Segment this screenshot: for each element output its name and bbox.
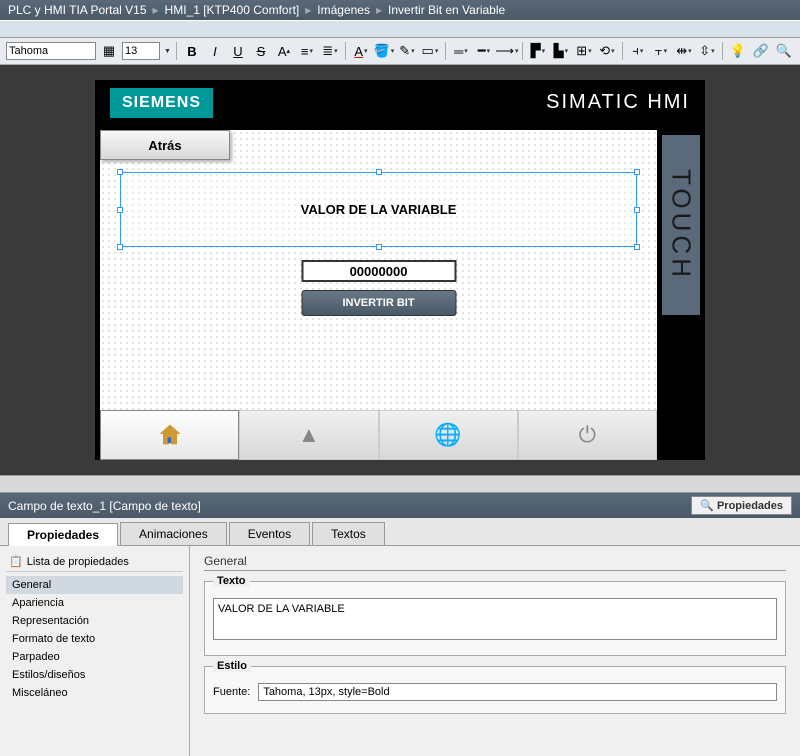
list-icon: 📋 bbox=[9, 555, 23, 568]
prop-item-formato[interactable]: Formato de texto bbox=[6, 630, 183, 648]
property-detail-panel: General Texto Estilo Fuente: bbox=[190, 546, 800, 756]
prop-item-estilos[interactable]: Estilos/diseños bbox=[6, 666, 183, 684]
nav-up-button[interactable]: ▲ bbox=[239, 410, 378, 460]
spacer-bar bbox=[0, 20, 800, 38]
prop-item-misc[interactable]: Misceláneo bbox=[6, 684, 183, 702]
font-label: Fuente: bbox=[213, 686, 250, 698]
line-color-button[interactable]: ✎▾ bbox=[397, 41, 417, 61]
prop-item-parpadeo[interactable]: Parpadeo bbox=[6, 648, 183, 666]
breadcrumb-bar: PLC y HMI TIA Portal V15 ▸ HMI_1 [KTP400… bbox=[0, 0, 800, 20]
font-dialog-button[interactable]: ▦ bbox=[99, 41, 119, 61]
group-title-style: Estilo bbox=[213, 660, 251, 672]
text-value-input[interactable] bbox=[213, 598, 777, 640]
hmi-nav-bar: ▲ 🌐 ⏻ bbox=[100, 410, 657, 460]
chevron-right-icon: ▸ bbox=[376, 3, 382, 17]
tab-propiedades[interactable]: Propiedades bbox=[8, 523, 118, 546]
hmi-screen: SIEMENS SIMATIC HMI TOUCH Atrás VALOR DE… bbox=[95, 80, 705, 460]
font-family-select[interactable] bbox=[6, 42, 96, 60]
crumb-3[interactable]: Invertir Bit en Variable bbox=[388, 3, 505, 17]
font-color-button[interactable]: A▾ bbox=[351, 41, 371, 61]
section-header: General bbox=[204, 554, 786, 571]
line-ends-button[interactable]: ⟶▾ bbox=[497, 41, 517, 61]
simatic-label: SIMATIC HMI bbox=[546, 91, 690, 114]
bold-button[interactable]: B bbox=[182, 41, 202, 61]
align-v-button[interactable]: ⫟▾ bbox=[651, 41, 671, 61]
prop-item-representacion[interactable]: Representación bbox=[6, 612, 183, 630]
prop-item-general[interactable]: General bbox=[6, 576, 183, 594]
power-icon: ⏻ bbox=[579, 422, 596, 448]
siemens-logo: SIEMENS bbox=[110, 88, 213, 118]
highlight-button[interactable]: 💡 bbox=[728, 41, 748, 61]
bring-front-button[interactable]: ▛▾ bbox=[528, 41, 548, 61]
nav-power-button[interactable]: ⏻ bbox=[518, 410, 657, 460]
inspector-body: 📋 Lista de propiedades General Aparienci… bbox=[0, 546, 800, 756]
crumb-1[interactable]: HMI_1 [KTP400 Comfort] bbox=[165, 3, 300, 17]
dist-v-button[interactable]: ⇳▾ bbox=[697, 41, 717, 61]
hmi-body[interactable]: Atrás VALOR DE LA VARIABLE 00000000 INVE… bbox=[100, 130, 657, 415]
dist-h-button[interactable]: ⇹▾ bbox=[674, 41, 694, 61]
rotate-button[interactable]: ⟲▾ bbox=[597, 41, 617, 61]
crumb-0[interactable]: PLC y HMI TIA Portal V15 bbox=[8, 3, 147, 17]
line-width-button[interactable]: ━▾ bbox=[474, 41, 494, 61]
ref-button[interactable]: 🔗 bbox=[751, 41, 771, 61]
format-toolbar: ▦ ▼ B I U S A▴ ≡▾ ≣▾ A▾ 🪣▾ ✎▾ ▭▾ ═▾ ━▾ ⟶… bbox=[0, 38, 800, 65]
splitter[interactable] bbox=[0, 475, 800, 493]
touch-label: TOUCH bbox=[662, 135, 700, 315]
properties-icon: 🔍 bbox=[700, 499, 714, 512]
prop-item-apariencia[interactable]: Apariencia bbox=[6, 594, 183, 612]
strikethrough-button[interactable]: S bbox=[251, 41, 271, 61]
text-field-label: VALOR DE LA VARIABLE bbox=[301, 202, 457, 217]
hmi-header: SIEMENS SIMATIC HMI bbox=[95, 80, 705, 125]
globe-icon: 🌐 bbox=[434, 422, 461, 448]
inspector-title: Campo de texto_1 [Campo de texto] bbox=[8, 499, 201, 513]
chevron-right-icon: ▸ bbox=[153, 3, 159, 17]
editor-canvas[interactable]: SIEMENS SIMATIC HMI TOUCH Atrás VALOR DE… bbox=[0, 65, 800, 475]
inspector-titlebar: Campo de texto_1 [Campo de texto] 🔍 Prop… bbox=[0, 493, 800, 518]
group-estilo: Estilo Fuente: bbox=[204, 666, 786, 714]
property-list-header: 📋 Lista de propiedades bbox=[6, 552, 183, 572]
invert-bit-button[interactable]: INVERTIR BIT bbox=[301, 290, 456, 316]
group-texto: Texto bbox=[204, 581, 786, 656]
nav-lang-button[interactable]: 🌐 bbox=[379, 410, 518, 460]
tab-textos[interactable]: Textos bbox=[312, 522, 385, 545]
align-h-button[interactable]: ⫞▾ bbox=[628, 41, 648, 61]
underline-button[interactable]: U bbox=[228, 41, 248, 61]
align-vert-button[interactable]: ≣▾ bbox=[320, 41, 340, 61]
group-button[interactable]: ⊞▾ bbox=[574, 41, 594, 61]
tab-eventos[interactable]: Eventos bbox=[229, 522, 310, 545]
group-title-text: Texto bbox=[213, 575, 250, 587]
chevron-right-icon: ▸ bbox=[305, 3, 311, 17]
inspector-tabs: Propiedades Animaciones Eventos Textos bbox=[0, 518, 800, 546]
font-size-select[interactable] bbox=[122, 42, 160, 60]
zoom-button[interactable]: 🔍 bbox=[774, 41, 794, 61]
fill-color-button[interactable]: 🪣▾ bbox=[374, 41, 394, 61]
tab-animaciones[interactable]: Animaciones bbox=[120, 522, 227, 545]
line-style-button[interactable]: ═▾ bbox=[451, 41, 471, 61]
font-value-input[interactable] bbox=[258, 683, 777, 701]
border-color-button[interactable]: ▭▾ bbox=[420, 41, 440, 61]
italic-button[interactable]: I bbox=[205, 41, 225, 61]
back-button[interactable]: Atrás bbox=[100, 130, 230, 160]
font-grow-button[interactable]: A▴ bbox=[274, 41, 294, 61]
home-icon bbox=[156, 421, 184, 449]
crumb-2[interactable]: Imágenes bbox=[317, 3, 370, 17]
nav-home-button[interactable] bbox=[100, 410, 239, 460]
triangle-up-icon: ▲ bbox=[298, 422, 320, 448]
align-left-button[interactable]: ≡▾ bbox=[297, 41, 317, 61]
send-back-button[interactable]: ▙▾ bbox=[551, 41, 571, 61]
properties-pane-tab[interactable]: 🔍 Propiedades bbox=[691, 496, 792, 515]
io-field[interactable]: 00000000 bbox=[301, 260, 456, 282]
text-field-selected[interactable]: VALOR DE LA VARIABLE bbox=[120, 172, 637, 247]
property-list-panel: 📋 Lista de propiedades General Aparienci… bbox=[0, 546, 190, 756]
